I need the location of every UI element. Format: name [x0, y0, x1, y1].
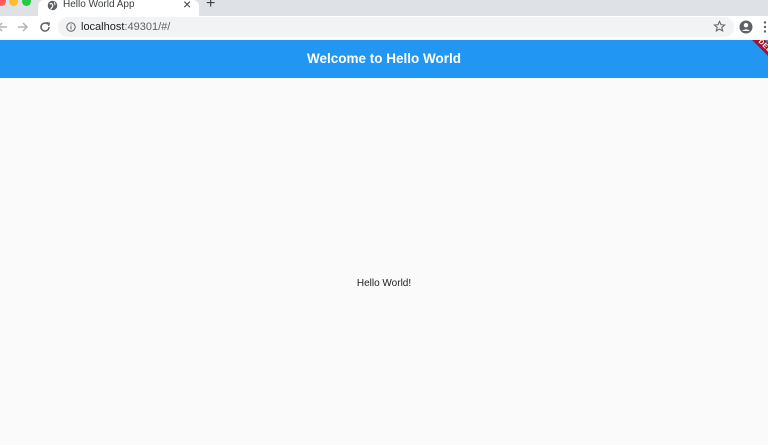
plus-icon[interactable]: + — [206, 0, 215, 12]
browser-tab-strip: Hello World App × + — [0, 0, 768, 16]
close-icon[interactable]: × — [183, 0, 191, 11]
kebab-menu-icon[interactable] — [762, 20, 768, 34]
url-text[interactable]: localhost:49301/#/ — [81, 21, 170, 33]
arrow-right-icon[interactable] — [15, 19, 31, 35]
window-minimize-button[interactable] — [9, 0, 18, 6]
url-host: localhost — [81, 21, 125, 33]
app-body: Hello World! — [0, 78, 768, 445]
reload-icon[interactable] — [37, 19, 53, 35]
app-bar: Welcome to Hello World DEBUG — [0, 40, 768, 78]
window-close-button[interactable] — [0, 0, 6, 6]
browser-toolbar: localhost:49301/#/ — [0, 16, 768, 40]
url-path: :49301/#/ — [124, 21, 171, 33]
tab-hello-world-app[interactable]: Hello World App × — [38, 0, 199, 16]
account-circle-icon[interactable] — [739, 20, 753, 34]
app-bar-title: Welcome to Hello World — [306, 51, 462, 66]
address-bar[interactable]: localhost:49301/#/ — [58, 17, 734, 37]
info-icon[interactable] — [66, 22, 76, 32]
hello-world-text: Hello World! — [356, 278, 412, 289]
arrow-left-icon[interactable] — [0, 19, 10, 35]
window-zoom-button[interactable] — [22, 0, 31, 6]
globe-icon — [47, 0, 58, 11]
tab-title: Hello World App — [63, 0, 135, 10]
star-icon[interactable] — [713, 20, 726, 33]
